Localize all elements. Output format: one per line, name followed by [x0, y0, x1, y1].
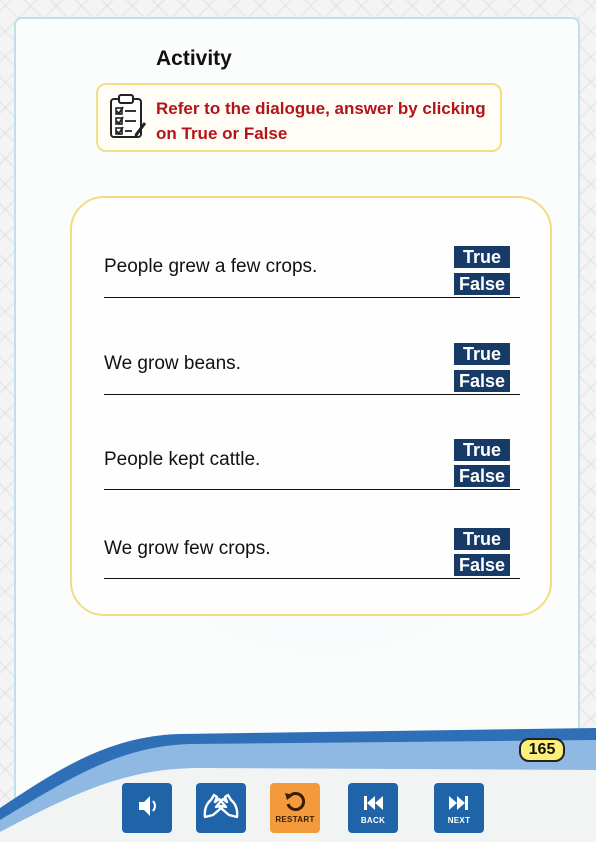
back-label: BACK [360, 816, 386, 825]
speaker-icon [139, 796, 156, 816]
restart-label: RESTART [275, 815, 315, 824]
audio-button[interactable] [122, 783, 172, 833]
answer-line [104, 297, 520, 298]
answer-line [104, 578, 520, 579]
clipboard-checklist-icon [110, 94, 147, 138]
question-text: We grow beans. [104, 353, 241, 374]
next-label: NEXT [447, 816, 471, 825]
true-button[interactable]: True [454, 528, 510, 550]
sign-language-icon [203, 793, 239, 819]
true-button[interactable]: True [454, 439, 510, 461]
instruction-box: Refer to the dialogue, answer by clickin… [96, 83, 502, 152]
answer-line [104, 489, 520, 490]
false-button[interactable]: False [454, 554, 510, 576]
back-icon [364, 796, 383, 810]
false-button[interactable]: False [454, 465, 510, 487]
next-icon [449, 796, 468, 810]
quiz-panel: People grew a few crops. True False We g… [70, 196, 552, 616]
instruction-text: Refer to the dialogue, answer by clickin… [156, 99, 486, 143]
false-button[interactable]: False [454, 370, 510, 392]
page-number: 165 [519, 738, 565, 762]
true-button[interactable]: True [454, 343, 510, 365]
false-button[interactable]: False [454, 273, 510, 295]
restart-button[interactable]: RESTART [270, 783, 320, 833]
question-text: People kept cattle. [104, 449, 261, 470]
question-text: People grew a few crops. [104, 256, 318, 277]
next-button[interactable]: NEXT [434, 783, 484, 833]
back-button[interactable]: BACK [348, 783, 398, 833]
activity-title: Activity [156, 47, 232, 70]
true-button[interactable]: True [454, 246, 510, 268]
answer-line [104, 394, 520, 395]
restart-icon [285, 792, 306, 811]
sign-language-button[interactable] [196, 783, 246, 833]
question-text: We grow few crops. [104, 538, 271, 559]
